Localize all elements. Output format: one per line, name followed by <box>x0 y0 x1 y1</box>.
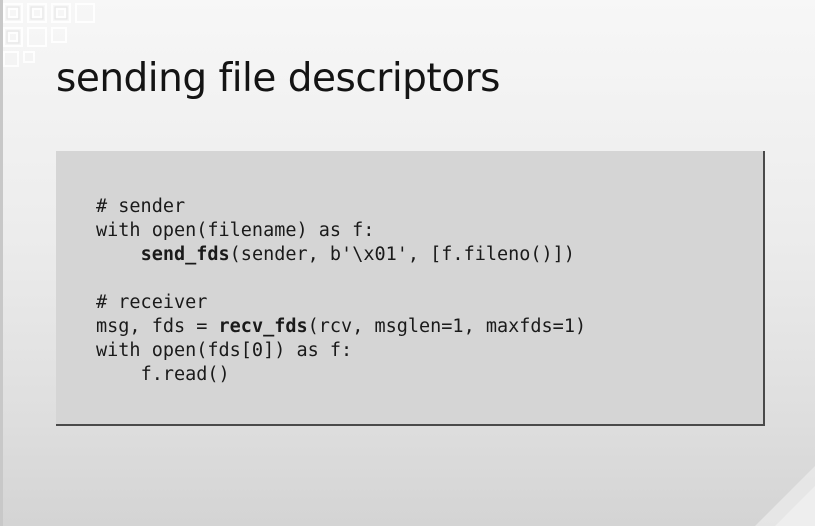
code-line: with open(fds[0]) as f: <box>96 340 353 361</box>
slide-left-edge <box>0 0 3 526</box>
function-name: send_fds <box>140 244 230 265</box>
slide-title: sending file descriptors <box>56 56 500 101</box>
corner-diagonal-decoration <box>755 466 815 526</box>
code-line: with open(filename) as f: <box>96 220 375 241</box>
code-block: # sender with open(filename) as f: send_… <box>96 195 586 387</box>
code-line: send_fds(sender, b'\x01', [f.fileno()]) <box>140 244 575 265</box>
function-name: recv_fds <box>218 316 308 337</box>
code-line: f.read() <box>140 364 230 385</box>
code-line: # receiver <box>96 292 208 313</box>
code-line: msg, fds = recv_fds(rcv, msglen=1, maxfd… <box>96 316 587 337</box>
code-line: # sender <box>96 196 186 217</box>
code-box: # sender with open(filename) as f: send_… <box>56 151 765 426</box>
